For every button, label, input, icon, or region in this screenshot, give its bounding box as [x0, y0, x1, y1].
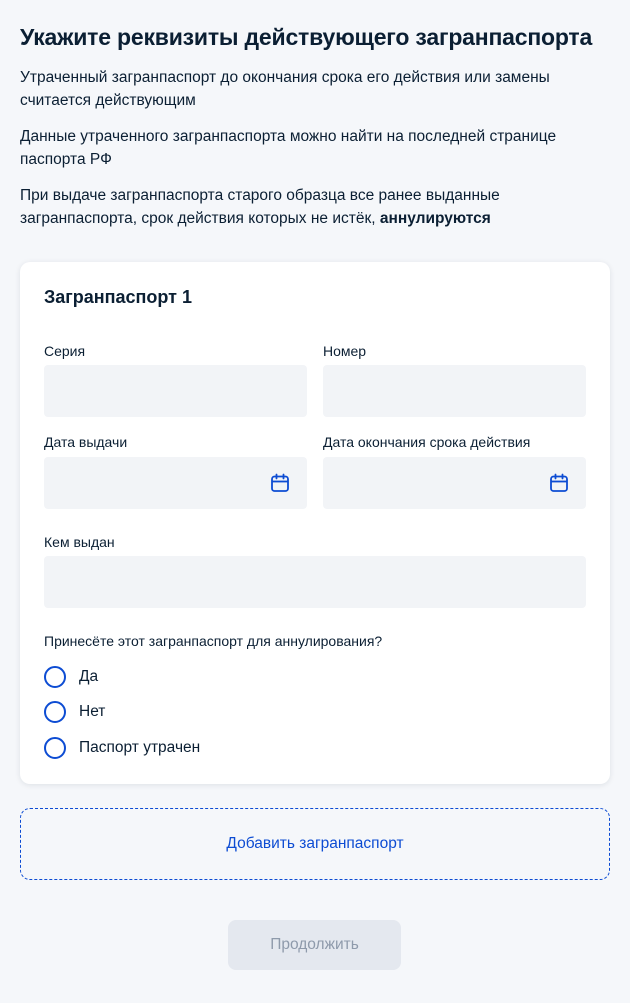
radio-circle-icon[interactable]	[44, 737, 66, 759]
add-passport-button[interactable]: Добавить загранпаспорт	[20, 808, 610, 880]
calendar-icon[interactable]	[269, 472, 291, 494]
issue-date-input[interactable]	[44, 457, 307, 509]
radio-option-no[interactable]: Нет	[44, 699, 105, 725]
radio-circle-icon[interactable]	[44, 666, 66, 688]
card-title: Загранпаспорт 1	[44, 287, 193, 307]
page: Укажите реквизиты действующего загранпас…	[0, 0, 630, 1003]
continue-label: Продолжить	[270, 936, 359, 953]
info-where-to-find: Данные утраченного загранпаспорта можно …	[20, 128, 557, 168]
page-title: Укажите реквизиты действующего загранпас…	[20, 24, 593, 50]
issued-by-label: Кем выдан	[44, 534, 115, 550]
expiry-date-input[interactable]	[323, 457, 586, 509]
expiry-date-label: Дата окончания срока действия	[323, 434, 531, 450]
issue-date-label: Дата выдачи	[44, 434, 128, 450]
radio-option-lost[interactable]: Паспорт утрачен	[44, 735, 200, 761]
continue-button[interactable]: Продолжить	[228, 920, 401, 970]
radio-label-no: Нет	[79, 703, 106, 720]
info-lost-passport: Утраченный загранпаспорт до окончания ср…	[20, 69, 550, 109]
radio-circle-icon[interactable]	[44, 701, 66, 723]
annulment-question: Принесёте этот загранпаспорт для аннулир…	[44, 633, 383, 649]
radio-label-yes: Да	[79, 668, 99, 685]
series-input[interactable]	[44, 365, 307, 417]
passport-card: Загранпаспорт 1 Серия Номер Дата выдачи …	[20, 262, 610, 784]
issued-by-input[interactable]	[44, 556, 586, 608]
info-annulment-bold: аннулируются	[379, 210, 491, 227]
number-input[interactable]	[323, 365, 586, 417]
series-label: Серия	[44, 343, 86, 359]
info-annulment: При выдаче загранпаспорта старого образц…	[20, 184, 610, 230]
number-label: Номер	[323, 343, 367, 359]
radio-label-lost: Паспорт утрачен	[79, 739, 201, 756]
calendar-icon[interactable]	[548, 472, 570, 494]
radio-option-yes[interactable]: Да	[44, 664, 98, 690]
add-passport-label: Добавить загранпаспорт	[226, 835, 404, 852]
